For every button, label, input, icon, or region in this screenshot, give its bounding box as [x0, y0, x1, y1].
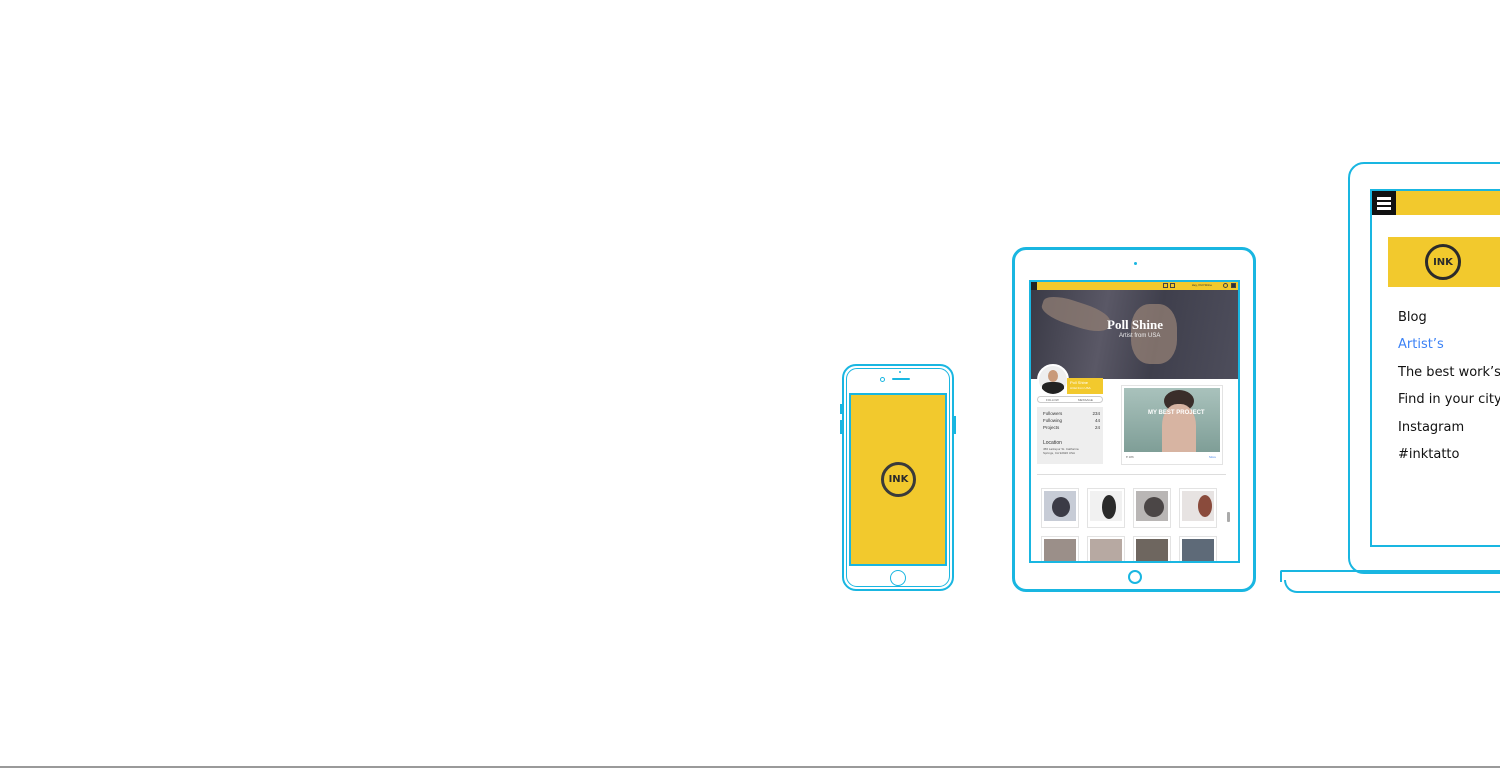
laptop-topbar [1372, 191, 1500, 215]
stat-projects: Projects 24 [1043, 425, 1100, 430]
hamburger-menu-icon[interactable] [1372, 191, 1396, 215]
gallery-thumb[interactable] [1087, 488, 1125, 528]
gallery-thumb[interactable] [1179, 536, 1217, 561]
phone-home-button [890, 570, 906, 586]
phone-mockup: INK [840, 364, 956, 591]
side-menu: Blog Artist’s The best work’s Find in yo… [1398, 304, 1500, 468]
ink-logo: INK [881, 462, 916, 497]
laptop-logo-band: INK [1388, 237, 1500, 287]
menu-item-find-in-city[interactable]: Find in your city [1398, 386, 1500, 413]
profile-cover-image: Poll Shine Artist from USA [1031, 290, 1238, 379]
featured-project-caption: MY BEST PROJECT [1148, 410, 1205, 416]
search-icon[interactable] [1223, 283, 1228, 288]
menu-item-artists[interactable]: Artist’s [1398, 331, 1500, 358]
phone-camera [880, 377, 885, 382]
message-icon[interactable] [1163, 283, 1168, 288]
profile-action-buttons: FOLLOW MESSAGE [1037, 396, 1103, 403]
featured-more-link[interactable]: More [1209, 455, 1216, 459]
tablet-mockup: Hey, Poll Shine Poll Shine Artist from U… [1012, 247, 1256, 592]
cover-subtitle: Artist from USA [1119, 333, 1161, 339]
phone-side-button [840, 420, 842, 434]
featured-likes[interactable]: ♥ 186 [1126, 455, 1134, 459]
laptop-mockup: INK Blog Artist’s The best work’s Find i… [1348, 162, 1500, 574]
follow-button[interactable]: FOLLOW [1046, 398, 1059, 402]
stat-following: Following 44 [1043, 418, 1100, 423]
menu-item-best-works[interactable]: The best work’s [1398, 359, 1500, 386]
avatar[interactable] [1037, 364, 1069, 396]
cover-tattoo-arm [1039, 291, 1113, 337]
ink-logo-text: INK [1433, 256, 1453, 268]
phone-splash-screen: INK [849, 393, 947, 566]
menu-item-blog[interactable]: Blog [1398, 304, 1500, 331]
laptop-base-bottom [1284, 580, 1500, 593]
tablet-topbar: Hey, Poll Shine [1031, 282, 1238, 290]
laptop-base [1280, 570, 1500, 594]
profile-name: Poll Shine [1070, 380, 1089, 385]
featured-project-card[interactable]: MY BEST PROJECT ♥ 186 More [1121, 385, 1223, 465]
avatar-shirt [1042, 382, 1064, 394]
profile-role: Artist from USA [1070, 386, 1091, 390]
avatar-face [1048, 370, 1058, 382]
stat-followers: Followers 234 [1043, 411, 1100, 416]
phone-speaker [892, 378, 910, 380]
featured-project-image: MY BEST PROJECT [1124, 388, 1220, 452]
gallery-thumb[interactable] [1087, 536, 1125, 561]
phone-sensor-dot [899, 371, 901, 373]
tablet-camera [1134, 262, 1137, 265]
profile-name-box: Poll Shine Artist from USA [1067, 378, 1103, 394]
profile-stats: Followers 234 Following 44 Projects 24 [1037, 407, 1103, 439]
profile-location: Location 456 Larkspur St. California Spr… [1037, 438, 1103, 464]
gallery-thumb[interactable] [1133, 488, 1171, 528]
menu-item-instagram[interactable]: Instagram [1398, 414, 1500, 441]
calendar-icon[interactable] [1170, 283, 1175, 288]
gallery-thumb[interactable] [1133, 536, 1171, 561]
cover-name: Poll Shine [1107, 317, 1163, 332]
menu-icon[interactable] [1031, 282, 1037, 290]
menu-item-inktatto[interactable]: #inktatto [1398, 441, 1500, 468]
section-divider [1037, 474, 1226, 475]
location-title: Location [1043, 440, 1062, 446]
phone-side-button [954, 416, 956, 434]
scrollbar[interactable] [1227, 512, 1230, 522]
gallery-thumb[interactable] [1179, 488, 1217, 528]
location-detail: 456 Larkspur St. California Springs, CA … [1043, 447, 1079, 455]
settings-icon[interactable] [1231, 283, 1236, 288]
ink-logo[interactable]: INK [1425, 244, 1461, 280]
tablet-profile-screen: Hey, Poll Shine Poll Shine Artist from U… [1029, 280, 1240, 563]
message-button[interactable]: MESSAGE [1078, 398, 1093, 402]
laptop-menu-screen: INK Blog Artist’s The best work’s Find i… [1370, 189, 1500, 547]
gallery-thumb[interactable] [1041, 536, 1079, 561]
gallery-thumb[interactable] [1041, 488, 1079, 528]
phone-side-button [840, 404, 842, 414]
tablet-home-button [1128, 570, 1142, 584]
ink-logo-text: INK [888, 474, 909, 485]
greeting-text: Hey, Poll Shine [1191, 283, 1212, 287]
